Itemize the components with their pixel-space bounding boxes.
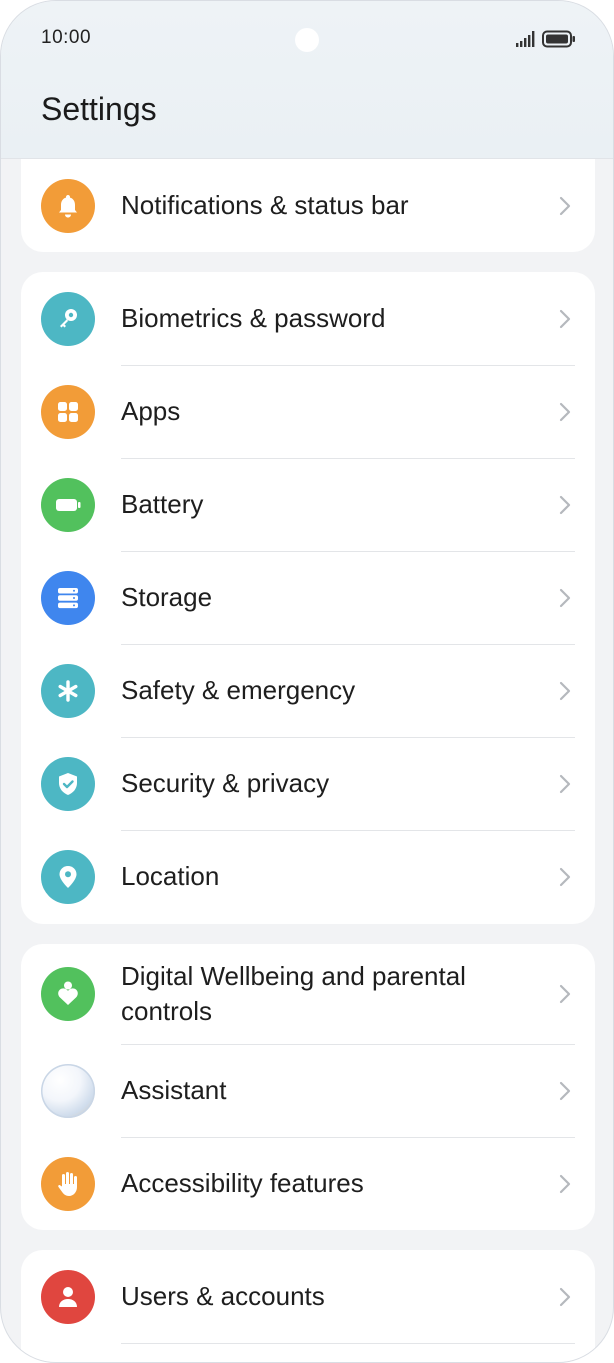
chevron-right-icon [559, 196, 571, 216]
settings-item-users-accounts[interactable]: Users & accounts [21, 1250, 595, 1343]
shield-check-icon [41, 757, 95, 811]
settings-item-assistant[interactable]: Assistant [21, 1044, 595, 1137]
chevron-right-icon [559, 309, 571, 329]
settings-item-label: Digital Wellbeing and parental controls [121, 961, 466, 1026]
settings-card-3: Digital Wellbeing and parental controls … [21, 944, 595, 1230]
settings-item-location[interactable]: Location [21, 830, 595, 923]
chevron-right-icon [559, 984, 571, 1004]
chevron-right-icon [559, 1287, 571, 1307]
settings-item-apps[interactable]: Apps [21, 365, 595, 458]
page-title: Settings [41, 91, 157, 127]
assistant-orb-icon [41, 1064, 95, 1118]
status-time: 10:00 [41, 27, 92, 48]
settings-item-label: Biometrics & password [121, 303, 386, 333]
settings-item-label: Users & accounts [121, 1281, 325, 1311]
chevron-right-icon [559, 495, 571, 515]
settings-item-label: Battery [121, 489, 204, 519]
storage-icon [41, 571, 95, 625]
user-icon [41, 1270, 95, 1324]
chevron-right-icon [559, 774, 571, 794]
battery-icon [41, 478, 95, 532]
settings-item-label: Assistant [121, 1075, 227, 1105]
chevron-right-icon [559, 588, 571, 608]
settings-item-label: Safety & emergency [121, 675, 356, 705]
phone-frame: Notifications & status bar Biometrics & … [0, 0, 614, 1363]
chevron-right-icon [559, 402, 571, 422]
status-bar: 10:00 [1, 1, 613, 77]
settings-item-accessibility[interactable]: Accessibility features [21, 1137, 595, 1230]
settings-card-4: Users & accounts [21, 1250, 595, 1362]
settings-item-digital-wellbeing[interactable]: Digital Wellbeing and parental controls [21, 944, 595, 1044]
key-icon [41, 292, 95, 346]
settings-card-2: Biometrics & password Apps Battery Stora… [21, 272, 595, 924]
settings-item-label: Notifications & status bar [121, 190, 409, 220]
front-camera-cutout [295, 28, 319, 52]
bell-icon [41, 179, 95, 233]
settings-item-label: Location [121, 861, 220, 891]
chevron-right-icon [559, 867, 571, 887]
settings-item-battery[interactable]: Battery [21, 458, 595, 551]
app-header: 10:00 Settings [1, 1, 613, 159]
settings-item-label: Apps [121, 396, 181, 426]
apps-grid-icon [41, 385, 95, 439]
settings-item-security[interactable]: Security & privacy [21, 737, 595, 830]
chevron-right-icon [559, 1081, 571, 1101]
settings-item-notifications[interactable]: Notifications & status bar [21, 159, 595, 252]
settings-item-storage[interactable]: Storage [21, 551, 595, 644]
divider [121, 1343, 575, 1344]
settings-item-biometrics[interactable]: Biometrics & password [21, 272, 595, 365]
settings-item-label: Storage [121, 582, 213, 612]
settings-item-label: Accessibility features [121, 1168, 364, 1198]
asterisk-icon [41, 664, 95, 718]
settings-item-label: Security & privacy [121, 768, 330, 798]
location-pin-icon [41, 850, 95, 904]
settings-list[interactable]: Notifications & status bar Biometrics & … [1, 1, 613, 1362]
wellbeing-heart-icon [41, 967, 95, 1021]
battery-status-icon [542, 30, 575, 48]
signal-strength-icon [516, 31, 535, 47]
chevron-right-icon [559, 681, 571, 701]
hand-icon [41, 1157, 95, 1211]
chevron-right-icon [559, 1174, 571, 1194]
settings-item-safety[interactable]: Safety & emergency [21, 644, 595, 737]
